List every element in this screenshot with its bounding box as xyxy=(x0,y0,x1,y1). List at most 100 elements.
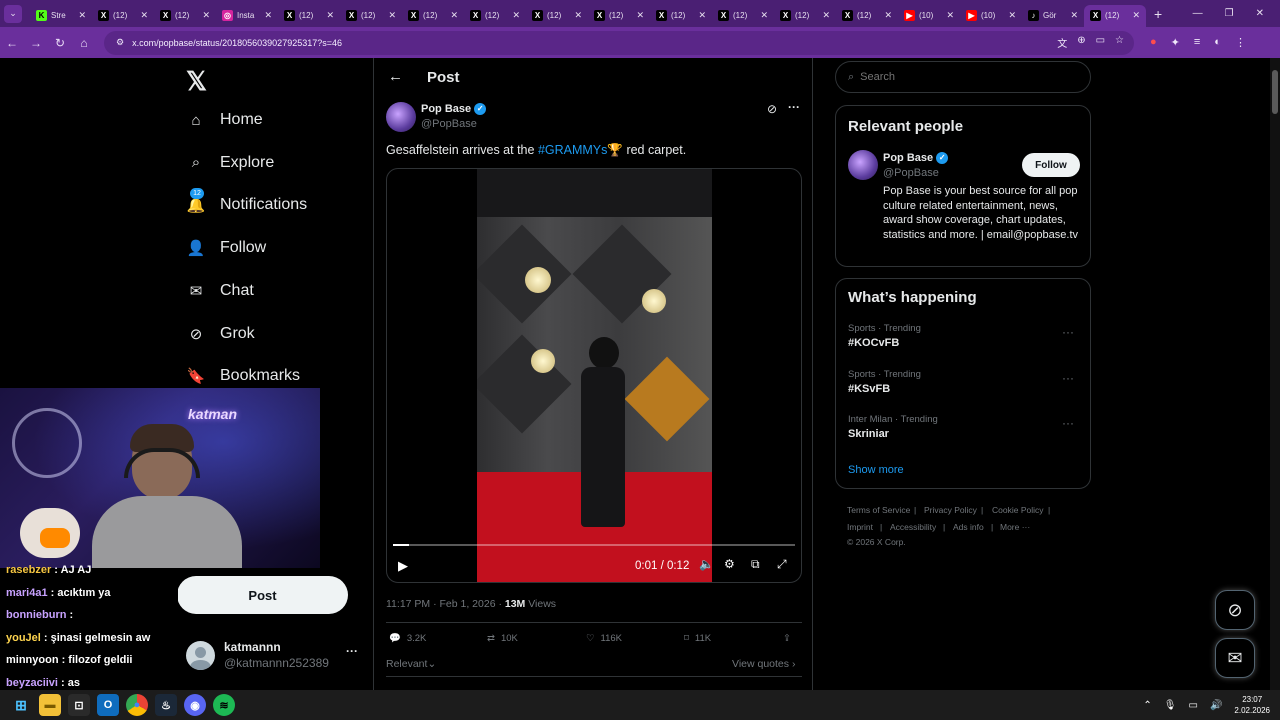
speaker-icon[interactable]: 🔊 xyxy=(1210,700,1222,711)
trend-more-icon[interactable]: ··· xyxy=(1062,371,1074,385)
browser-tab[interactable]: X (12) ✕ xyxy=(278,5,340,27)
tab-close-icon[interactable]: ✕ xyxy=(636,10,644,21)
star-icon[interactable]: ☆ xyxy=(1115,35,1124,50)
search-box[interactable]: ⌕ xyxy=(835,61,1091,93)
footer-terms[interactable]: Terms of Service xyxy=(847,505,910,515)
fullscreen-icon[interactable]: ⤢ xyxy=(777,557,787,572)
post-timestamp[interactable]: 11:17 PM · Feb 1, 2026 · xyxy=(386,598,505,610)
mic-icon[interactable]: 🎙 xyxy=(1164,700,1177,711)
post-button[interactable]: Post xyxy=(177,576,348,614)
tab-close-icon[interactable]: ✕ xyxy=(574,10,582,21)
browser-tab[interactable]: X (12) ✕ xyxy=(650,5,712,27)
tab-search-button[interactable]: ⌄ xyxy=(4,4,22,23)
volume-icon[interactable]: 🔈 xyxy=(699,557,714,571)
trend-more-icon[interactable]: ··· xyxy=(1062,416,1074,430)
browser-tab[interactable]: X (12) ✕ xyxy=(774,5,836,27)
share-button[interactable]: ⇪ xyxy=(783,633,791,644)
tray-chevron-icon[interactable]: ⌃ xyxy=(1143,700,1151,711)
footer-imprint[interactable]: Imprint xyxy=(847,522,873,532)
grok-floating-button[interactable]: ⊘ xyxy=(1215,590,1255,630)
translate-icon[interactable]: 文 xyxy=(1057,35,1067,50)
person-avatar[interactable] xyxy=(848,150,878,180)
new-tab-button[interactable]: + xyxy=(1154,6,1162,22)
bookmark-button[interactable]: ⌑ 11K xyxy=(684,633,711,644)
chat-username[interactable]: bonnieburn xyxy=(6,609,67,621)
grok-explain-icon[interactable]: ⊘ xyxy=(767,102,777,116)
menu-icon[interactable]: ⋮ xyxy=(1235,36,1246,49)
address-bar[interactable]: ⚙ x.com/popbase/status/20180560390279253… xyxy=(104,30,1134,55)
windows-start-icon[interactable]: ⊞ xyxy=(10,694,32,716)
steam-icon[interactable]: ♨ xyxy=(155,694,177,716)
person-name[interactable]: Pop Base xyxy=(883,152,933,164)
url-text[interactable]: x.com/popbase/status/2018056039027925317… xyxy=(132,38,342,48)
nav-item-follow[interactable]: 👤 Follow xyxy=(186,238,267,258)
extension-icon[interactable]: ● xyxy=(1150,36,1157,49)
browser-tab[interactable]: X (12) ✕ xyxy=(340,5,402,27)
footer-privacy[interactable]: Privacy Policy xyxy=(924,505,977,515)
home-browser-icon[interactable]: ⌂ xyxy=(72,36,96,50)
sort-replies-dropdown[interactable]: Relevant⌄ xyxy=(386,658,436,670)
trend-more-icon[interactable]: ··· xyxy=(1062,325,1074,339)
person-name-row[interactable]: Pop Base ✓ xyxy=(883,152,949,165)
file-explorer-icon[interactable]: ▬ xyxy=(39,694,61,716)
person-handle[interactable]: @PopBase xyxy=(883,167,939,179)
browser-tab[interactable]: ♪ Gör ✕ xyxy=(1022,5,1084,27)
play-icon[interactable]: ▶ xyxy=(398,558,408,574)
follow-button[interactable]: Follow xyxy=(1022,153,1080,177)
tab-close-icon[interactable]: ✕ xyxy=(1008,10,1016,21)
tab-close-icon[interactable]: ✕ xyxy=(202,10,210,21)
trend-item[interactable]: Sports · Trending #KSvFB ··· xyxy=(848,369,1080,395)
post-more-icon[interactable]: ··· xyxy=(788,100,800,114)
close-window-icon[interactable]: ✕ xyxy=(1256,8,1264,19)
account-switcher[interactable]: katmannn @katmannn252389 ··· xyxy=(186,638,366,678)
browser-tab[interactable]: X (12) ✕ xyxy=(836,5,898,27)
scrollbar-thumb[interactable] xyxy=(1272,70,1278,114)
author-handle[interactable]: @PopBase xyxy=(421,118,477,130)
browser-tab[interactable]: X (12) ✕ xyxy=(92,5,154,27)
tab-close-icon[interactable]: ✕ xyxy=(946,10,954,21)
footer-cookie[interactable]: Cookie Policy xyxy=(992,505,1044,515)
browser-tab[interactable]: X (12) ✕ xyxy=(154,5,216,27)
view-quotes-link[interactable]: View quotes › xyxy=(732,658,795,670)
profile-avatar-icon[interactable]: ◐ xyxy=(1214,36,1221,49)
nav-item-notifications[interactable]: 🔔 12 Notifications xyxy=(186,188,307,215)
tab-close-icon[interactable]: ✕ xyxy=(884,10,892,21)
nav-item-bookmarks[interactable]: 🔖 Bookmarks xyxy=(186,366,300,386)
discord-icon[interactable]: ◉ xyxy=(184,694,206,716)
like-button[interactable]: ♡ 116K xyxy=(586,633,622,644)
account-more-icon[interactable]: ··· xyxy=(346,644,358,658)
forward-icon[interactable]: → xyxy=(24,36,48,50)
nav-item-grok[interactable]: ⊘ Grok xyxy=(186,324,255,344)
minimize-icon[interactable]: — xyxy=(1193,8,1203,19)
hashtag-link[interactable]: #GRAMMYs xyxy=(538,143,607,157)
display-icon[interactable]: ▭ xyxy=(1189,700,1198,711)
nav-item-explore[interactable]: ⌕ Explore xyxy=(186,153,274,173)
puzzle-icon[interactable]: ✦ xyxy=(1171,36,1180,49)
chat-username[interactable]: mari4a1 xyxy=(6,587,48,599)
pip-icon[interactable]: ⧉ xyxy=(751,557,760,572)
tab-close-icon[interactable]: ✕ xyxy=(822,10,830,21)
tab-close-icon[interactable]: ✕ xyxy=(760,10,768,21)
chat-username[interactable]: minnyoon xyxy=(6,654,59,666)
tab-close-icon[interactable]: ✕ xyxy=(78,10,86,21)
browser-tab[interactable]: ▶ (10) ✕ xyxy=(960,5,1022,27)
chat-username[interactable]: youJel xyxy=(6,632,41,644)
tab-close-icon[interactable]: ✕ xyxy=(512,10,520,21)
clock[interactable]: 23:07 2.02.2026 xyxy=(1234,694,1270,716)
nav-item-chat[interactable]: ✉ Chat xyxy=(186,281,254,301)
media-icon[interactable]: ≡ xyxy=(1194,36,1200,49)
author-name[interactable]: Pop Base xyxy=(421,103,471,115)
back-icon[interactable]: ← xyxy=(0,36,24,50)
reply-button[interactable]: 💬 3.2K xyxy=(389,633,426,644)
settings-icon[interactable]: ⚙ xyxy=(724,557,735,571)
footer-more[interactable]: More ··· xyxy=(1000,522,1030,532)
repost-button[interactable]: ⇄ 10K xyxy=(487,633,518,644)
store-icon[interactable]: ⊡ xyxy=(68,694,90,716)
tab-close-icon[interactable]: ✕ xyxy=(388,10,396,21)
browser-tab[interactable]: X (12) ✕ xyxy=(712,5,774,27)
chat-username[interactable]: rasebzer xyxy=(6,564,51,576)
tab-close-icon[interactable]: ✕ xyxy=(698,10,706,21)
footer-ads[interactable]: Ads info xyxy=(953,522,984,532)
nav-item-home[interactable]: ⌂ Home xyxy=(186,110,262,130)
browser-tab[interactable]: X (12) ✕ xyxy=(402,5,464,27)
